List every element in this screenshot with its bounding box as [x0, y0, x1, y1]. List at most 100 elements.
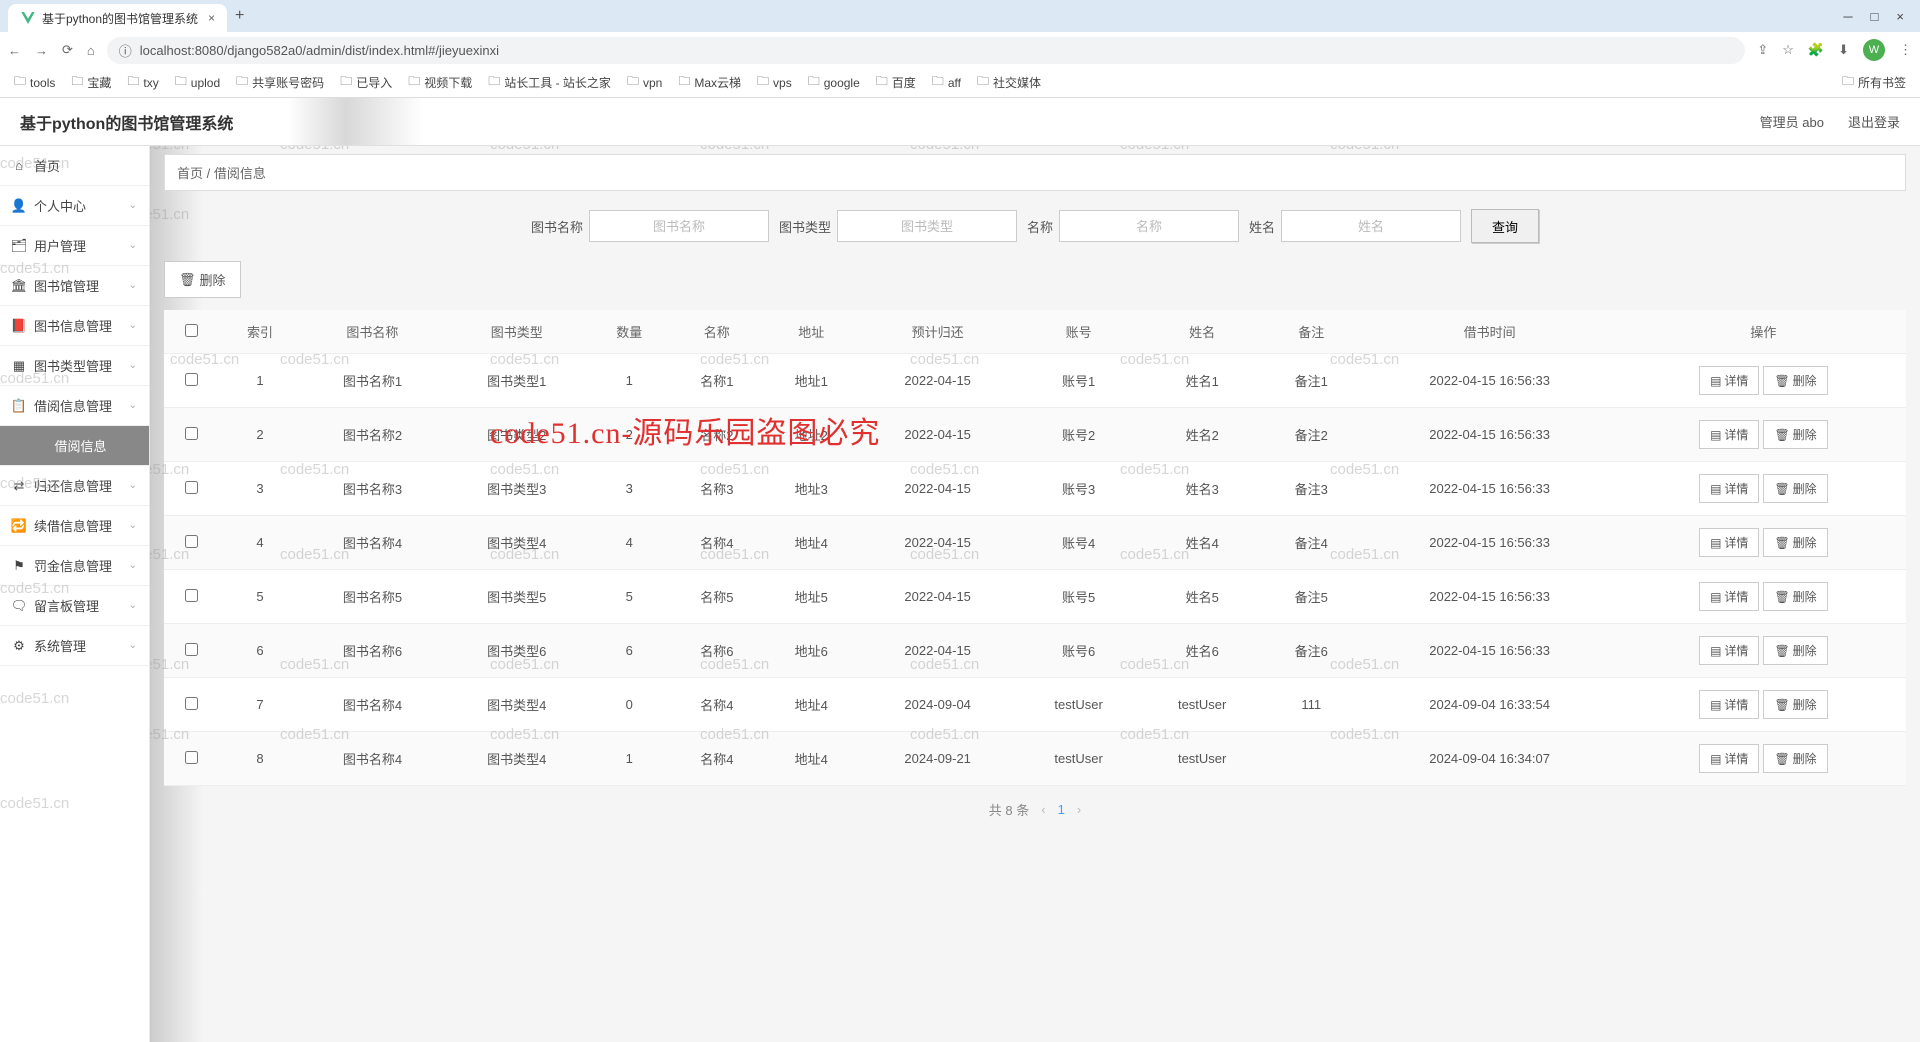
- next-page-icon[interactable]: ›: [1077, 802, 1081, 817]
- sidebar-item-个人中心[interactable]: 👤个人中心⌄: [0, 186, 149, 226]
- download-icon[interactable]: ⬇: [1838, 42, 1849, 58]
- folder-icon: 🗀: [977, 72, 989, 93]
- back-icon[interactable]: ←: [8, 43, 21, 58]
- delete-button[interactable]: 🗑 删除: [1763, 366, 1827, 395]
- browser-tab[interactable]: 基于python的图书馆管理系统 ×: [8, 4, 227, 32]
- bookmark-item[interactable]: 🗀百度: [870, 70, 922, 95]
- detail-button[interactable]: ▤ 详情: [1699, 690, 1759, 719]
- table-row: 6图书名称6图书类型66名称6地址62022-04-15账号6姓名6备注6202…: [164, 624, 1906, 678]
- search-input-名称[interactable]: [1059, 210, 1239, 242]
- new-tab-button[interactable]: +: [235, 7, 244, 25]
- sidebar-item-归还信息管理[interactable]: ⇄归还信息管理⌄: [0, 466, 149, 506]
- detail-button[interactable]: ▤ 详情: [1699, 582, 1759, 611]
- detail-button[interactable]: ▤ 详情: [1699, 420, 1759, 449]
- bookmark-item[interactable]: 🗀Max云梯: [672, 70, 747, 95]
- search-input-图书类型[interactable]: [837, 210, 1017, 242]
- page-number[interactable]: 1: [1058, 802, 1065, 817]
- delete-button[interactable]: 🗑 删除: [1763, 528, 1827, 557]
- minimize-icon[interactable]: ─: [1843, 9, 1852, 24]
- sidebar-item-用户管理[interactable]: 🗂用户管理⌄: [0, 226, 149, 266]
- table-cell: 名称4: [670, 732, 764, 786]
- bookmark-item[interactable]: 🗀uplod: [169, 70, 226, 95]
- close-icon[interactable]: ×: [208, 11, 215, 25]
- sidebar-item-首页[interactable]: ⌂首页: [0, 146, 149, 186]
- bookmark-item[interactable]: 🗀宝藏: [65, 70, 117, 95]
- sidebar-item-罚金信息管理[interactable]: ⚑罚金信息管理⌄: [0, 546, 149, 586]
- row-checkbox[interactable]: [185, 589, 198, 602]
- table-cell: 6: [220, 624, 301, 678]
- table-cell: 8: [220, 732, 301, 786]
- row-checkbox[interactable]: [185, 373, 198, 386]
- logout-button[interactable]: 退出登录: [1848, 112, 1900, 131]
- doc-icon: ▤: [1710, 752, 1721, 766]
- bookmark-item[interactable]: 🗀视频下载: [402, 70, 478, 95]
- sidebar-item-留言板管理[interactable]: 🗨留言板管理⌄: [0, 586, 149, 626]
- sidebar-item-图书类型管理[interactable]: ▦图书类型管理⌄: [0, 346, 149, 386]
- puzzle-icon[interactable]: 🧩: [1808, 42, 1824, 58]
- detail-button[interactable]: ▤ 详情: [1699, 528, 1759, 557]
- prev-page-icon[interactable]: ‹: [1041, 802, 1045, 817]
- avatar[interactable]: W: [1863, 39, 1885, 61]
- sidebar-item-系统管理[interactable]: ⚙系统管理⌄: [0, 626, 149, 666]
- sidebar-item-借阅信息[interactable]: 借阅信息: [0, 426, 149, 466]
- share-icon[interactable]: ⇪: [1757, 42, 1768, 58]
- bulk-delete-button[interactable]: 🗑 删除: [164, 261, 241, 298]
- menu-icon[interactable]: ⋮: [1899, 42, 1912, 58]
- delete-button[interactable]: 🗑 删除: [1763, 420, 1827, 449]
- admin-label[interactable]: 管理员 abo: [1760, 112, 1824, 131]
- bookmark-item[interactable]: 🗀txy: [121, 70, 164, 95]
- sidebar-item-借阅信息管理[interactable]: 📋借阅信息管理⌄: [0, 386, 149, 426]
- delete-button[interactable]: 🗑 删除: [1763, 744, 1827, 773]
- search-input-姓名[interactable]: [1281, 210, 1461, 242]
- bookmark-item[interactable]: 🗀共享账号密码: [230, 70, 330, 95]
- search-input-图书名称[interactable]: [589, 210, 769, 242]
- table-row: 4图书名称4图书类型44名称4地址42022-04-15账号4姓名4备注4202…: [164, 516, 1906, 570]
- bookmark-item[interactable]: 🗀vpn: [621, 70, 668, 95]
- detail-button[interactable]: ▤ 详情: [1699, 636, 1759, 665]
- url-input[interactable]: ⓘ localhost:8080/django582a0/admin/dist/…: [107, 37, 1746, 64]
- table-cell: 名称4: [670, 678, 764, 732]
- bookmark-item[interactable]: 🗀社交媒体: [971, 70, 1047, 95]
- sidebar-item-label: 借阅信息: [54, 436, 106, 455]
- table-cell: [164, 462, 220, 516]
- delete-button[interactable]: 🗑 删除: [1763, 690, 1827, 719]
- row-checkbox[interactable]: [185, 643, 198, 656]
- all-bookmarks[interactable]: 🗀 所有书签: [1836, 70, 1912, 95]
- star-icon[interactable]: ☆: [1782, 42, 1794, 58]
- delete-button[interactable]: 🗑 删除: [1763, 636, 1827, 665]
- bookmark-item[interactable]: 🗀google: [802, 70, 866, 95]
- sidebar-item-label: 续借信息管理: [34, 516, 112, 535]
- vue-icon: [20, 10, 36, 26]
- detail-button[interactable]: ▤ 详情: [1699, 474, 1759, 503]
- row-checkbox[interactable]: [185, 751, 198, 764]
- bookmark-item[interactable]: 🗀vps: [751, 70, 798, 95]
- bookmark-item[interactable]: 🗀tools: [8, 70, 61, 95]
- close-window-icon[interactable]: ×: [1896, 9, 1904, 24]
- reload-icon[interactable]: ⟳: [62, 42, 73, 58]
- table-cell: 5: [589, 570, 670, 624]
- sidebar-item-图书馆管理[interactable]: 🏛图书馆管理⌄: [0, 266, 149, 306]
- bookmark-item[interactable]: 🗀已导入: [334, 70, 398, 95]
- forward-icon[interactable]: →: [35, 43, 48, 58]
- row-checkbox[interactable]: [185, 535, 198, 548]
- query-button[interactable]: 查询: [1471, 209, 1539, 243]
- doc-icon: ▤: [1710, 590, 1721, 604]
- bookmark-item[interactable]: 🗀aff: [926, 70, 967, 95]
- sidebar-item-图书信息管理[interactable]: 📕图书信息管理⌄: [0, 306, 149, 346]
- table-cell: ▤ 详情🗑 删除: [1621, 678, 1906, 732]
- sidebar-item-续借信息管理[interactable]: 🔁续借信息管理⌄: [0, 506, 149, 546]
- row-checkbox[interactable]: [185, 697, 198, 710]
- table-row: 7图书名称4图书类型40名称4地址42024-09-04testUsertest…: [164, 678, 1906, 732]
- select-all-checkbox[interactable]: [185, 324, 198, 337]
- breadcrumb-home[interactable]: 首页: [177, 166, 203, 181]
- row-checkbox[interactable]: [185, 427, 198, 440]
- home-icon[interactable]: ⌂: [87, 43, 95, 58]
- detail-button[interactable]: ▤ 详情: [1699, 744, 1759, 773]
- bookmark-item[interactable]: 🗀站长工具 - 站长之家: [482, 70, 617, 95]
- delete-button[interactable]: 🗑 删除: [1763, 582, 1827, 611]
- window-controls: ─ □ ×: [1843, 9, 1912, 24]
- detail-button[interactable]: ▤ 详情: [1699, 366, 1759, 395]
- delete-button[interactable]: 🗑 删除: [1763, 474, 1827, 503]
- row-checkbox[interactable]: [185, 481, 198, 494]
- maximize-icon[interactable]: □: [1871, 9, 1879, 24]
